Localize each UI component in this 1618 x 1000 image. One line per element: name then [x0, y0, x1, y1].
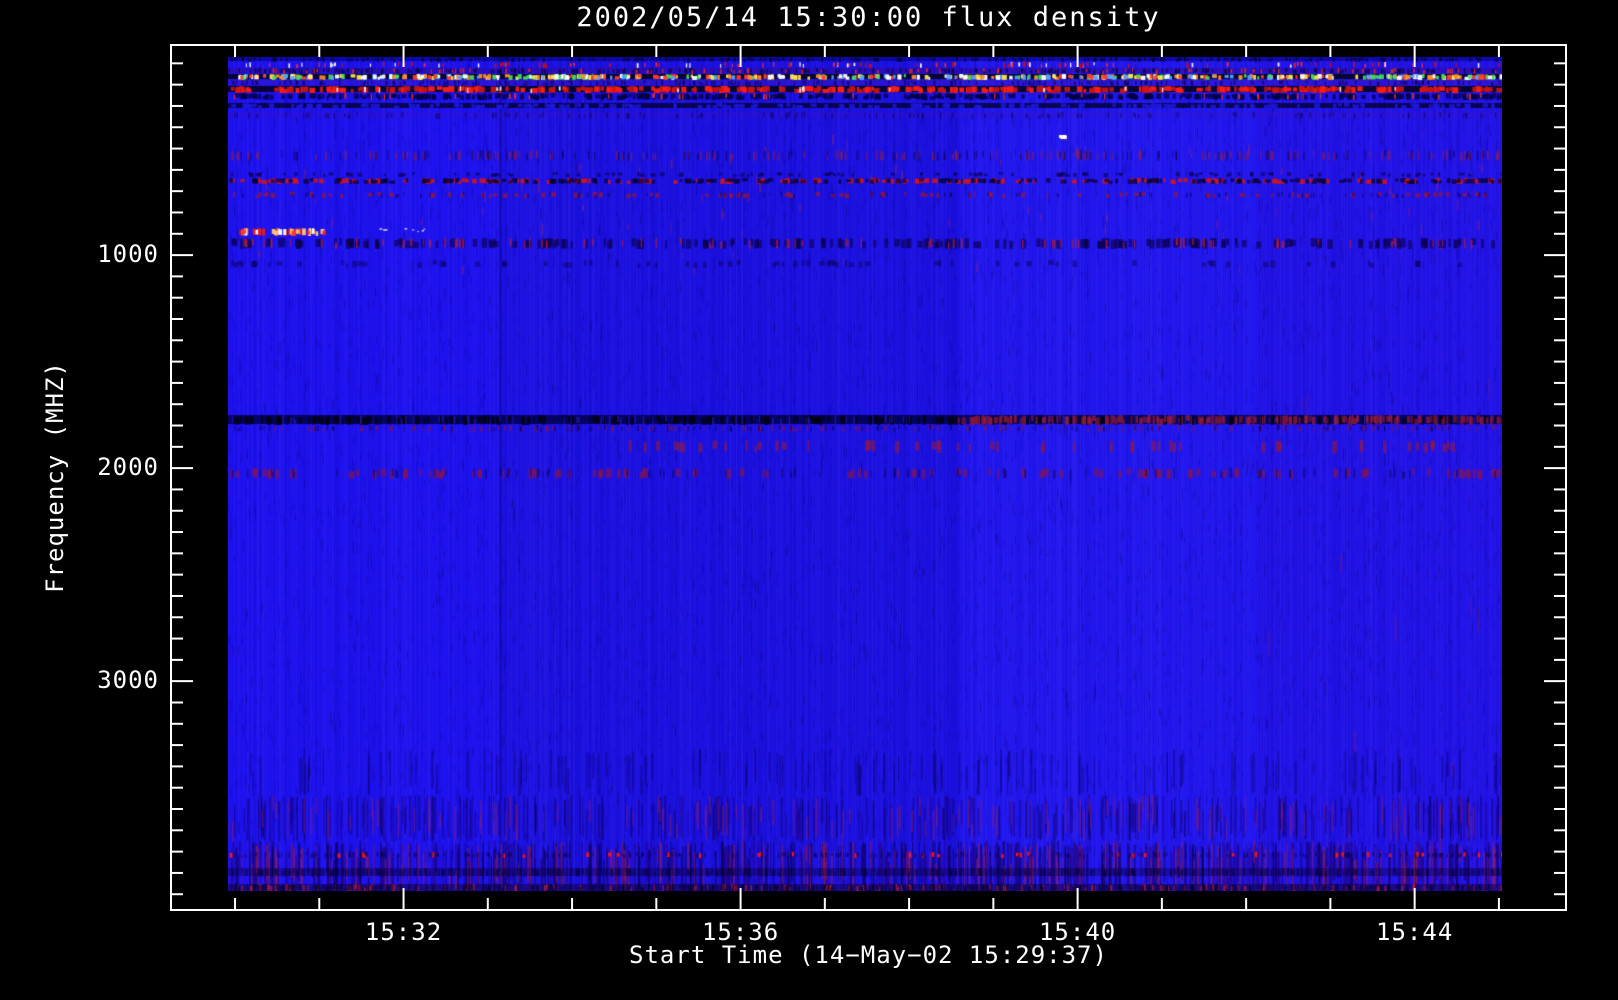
y-tick-label-3000: 3000: [97, 666, 159, 695]
y-tick-label-1000: 1000: [97, 240, 159, 269]
y-axis-label: Frequency (MHZ): [41, 361, 69, 593]
plot-frame-and-ticks: [170, 44, 1567, 911]
x-axis-label: Start Time (14−May−02 15:29:37): [629, 941, 1108, 969]
spectrogram-screenshot: { "window": { "width": 1618, "height": 1…: [0, 0, 1618, 1000]
